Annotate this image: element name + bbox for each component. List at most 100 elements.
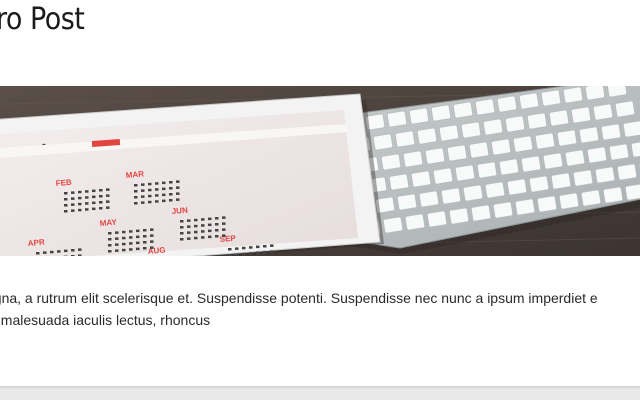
calendar-date-mark	[194, 218, 198, 222]
keyboard-key	[520, 155, 542, 173]
calendar-date-mark	[187, 237, 191, 240]
calendar-date-mark	[169, 193, 173, 196]
tablet: FEBMARMAYJUNAPRAUGSEP	[0, 93, 384, 256]
calendar-date-mark	[215, 223, 219, 226]
post-featured-image[interactable]: FEBMARMAYJUNAPRAUGSEP	[0, 86, 640, 256]
keyboard-key	[484, 181, 506, 199]
keyboard-key	[372, 133, 394, 151]
calendar-date-mark	[122, 236, 126, 240]
keyboard-key	[448, 207, 470, 225]
calendar-date-mark	[136, 229, 140, 233]
keyboard-key	[506, 178, 528, 196]
calendar-date-mark	[141, 201, 145, 204]
calendar-date-mark	[162, 199, 166, 203]
calendar-date-mark	[85, 190, 89, 193]
calendar-date-mark	[148, 194, 152, 198]
keyboard-key	[388, 173, 410, 191]
calendar-date-mark	[222, 222, 226, 225]
calendar-date-mark	[92, 207, 96, 211]
keyboard-key	[580, 189, 602, 207]
calendar-date-mark	[242, 252, 246, 256]
keyboard-key	[432, 167, 454, 185]
calendar-date-mark	[169, 181, 173, 184]
calendar-date-mark	[108, 250, 112, 253]
calendar-date-mark	[242, 246, 246, 250]
calendar-date-mark	[176, 180, 180, 183]
calendar-date-mark	[228, 248, 232, 251]
calendar-date-mark	[235, 253, 239, 256]
keyboard-key	[394, 130, 416, 148]
calendar-date-mark	[194, 236, 198, 240]
calendar-date-mark	[256, 251, 260, 255]
calendar-month-label: APR	[27, 238, 45, 248]
calendar-date-mark	[143, 247, 147, 250]
calendar-month-label: JUN	[171, 206, 188, 216]
calendar-month-label: SEP	[219, 234, 236, 244]
calendar-date-mark	[36, 252, 40, 255]
calendar-date-mark	[115, 243, 119, 246]
calendar-date-mark	[64, 192, 68, 195]
calendar-date-mark	[215, 235, 219, 238]
keyboard-key	[600, 123, 622, 141]
calendar-date-mark	[136, 241, 140, 245]
calendar-date-mark	[169, 187, 173, 190]
calendar-date-mark	[99, 207, 103, 210]
calendar-date-mark	[134, 190, 138, 193]
calendar-date-mark	[92, 201, 96, 205]
calendar-date-mark	[99, 189, 103, 192]
calendar-date-mark	[99, 195, 103, 198]
keyboard-key	[496, 95, 518, 113]
calendar-date-mark	[143, 235, 147, 238]
calendar-date-mark	[148, 200, 152, 204]
calendar-date-mark	[106, 206, 110, 209]
calendar-date-mark	[78, 190, 82, 194]
calendar-date-mark	[194, 230, 198, 234]
keyboard-key	[584, 86, 606, 101]
keyboard-key	[564, 149, 586, 167]
keyboard-key	[462, 184, 484, 202]
calendar-date-mark	[176, 186, 180, 189]
calendar-date-mark	[136, 247, 140, 251]
excerpt-line-1: agna, a rutrum elit scelerisque et. Susp…	[0, 290, 598, 306]
calendar-date-mark	[148, 188, 152, 192]
calendar-date-mark	[57, 250, 61, 253]
calendar-date-mark	[129, 236, 133, 239]
keyboard-key	[404, 213, 426, 231]
keyboard-key	[424, 147, 446, 165]
calendar-date-mark	[108, 232, 112, 235]
calendar-date-mark	[141, 183, 145, 186]
keyboard-key	[416, 127, 438, 145]
calendar-date-mark	[263, 245, 267, 248]
keyboard-key	[556, 129, 578, 147]
keyboard-key	[470, 204, 492, 222]
keyboard-key	[534, 132, 556, 150]
keyboard-key	[452, 101, 474, 119]
keyboard-key	[440, 187, 462, 205]
calendar-date-mark	[64, 210, 68, 213]
post-title[interactable]: iro Post	[0, 2, 85, 37]
calendar-date-mark	[134, 196, 138, 199]
calendar-date-mark	[122, 230, 126, 234]
calendar-date-mark	[155, 200, 159, 203]
calendar-date-mark	[187, 225, 191, 228]
calendar-date-mark	[108, 244, 112, 247]
keyboard-key	[550, 172, 572, 190]
calendar-date-mark	[208, 229, 212, 233]
calendar-date-mark	[50, 250, 54, 254]
keyboard-key	[396, 193, 418, 211]
keyboard-key	[512, 135, 534, 153]
post-card: iro Post	[0, 0, 640, 387]
calendar-date-mark	[85, 208, 89, 211]
calendar-date-mark	[150, 246, 154, 249]
calendar-date-mark	[249, 252, 253, 255]
keyboard-key	[578, 126, 600, 144]
calendar-date-mark	[92, 189, 96, 193]
calendar-date-mark	[141, 189, 145, 192]
keyboard-key	[594, 166, 616, 184]
keyboard-key	[476, 161, 498, 179]
keyboard-key	[446, 144, 468, 162]
calendar-date-mark	[129, 248, 133, 251]
calendar-date-mark	[176, 198, 180, 201]
calendar-date-mark	[85, 196, 89, 199]
keyboard-key	[410, 170, 432, 188]
